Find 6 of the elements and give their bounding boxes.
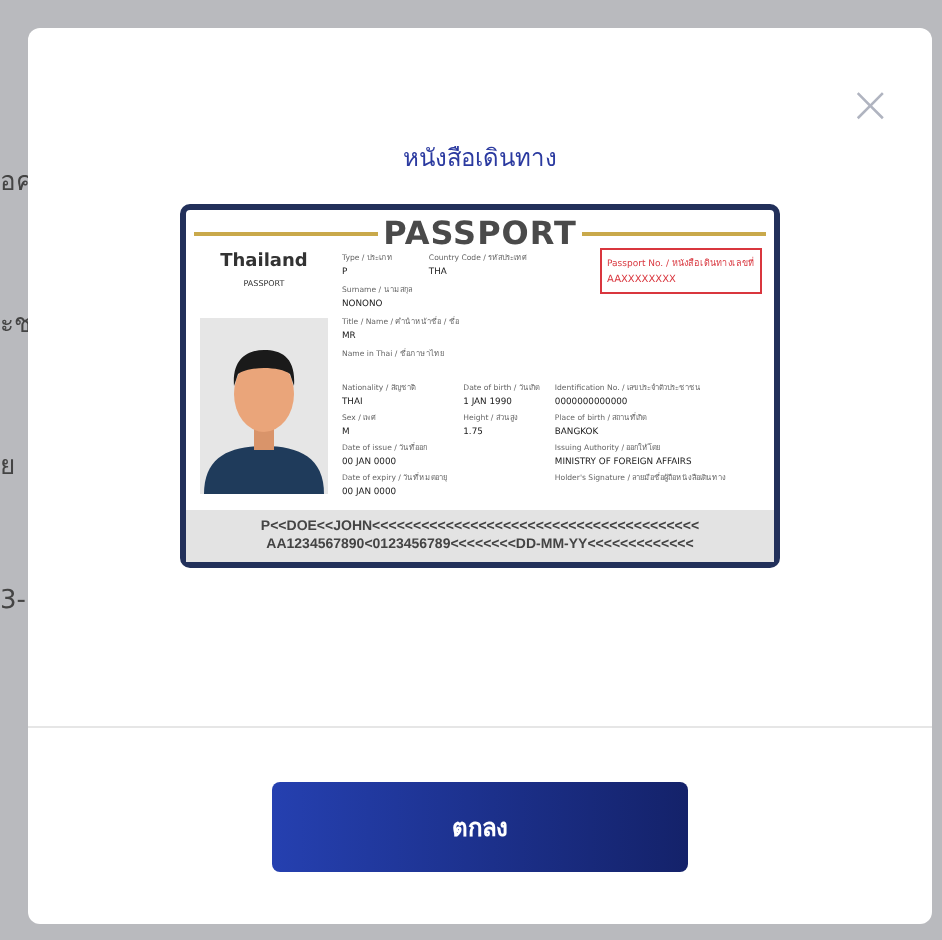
- background-text: ย: [0, 450, 18, 486]
- dialog-title: หนังสือเดินทาง: [403, 142, 557, 176]
- background-text: 3-: [0, 586, 28, 616]
- country-name: Thailand: [220, 252, 308, 272]
- passport-heading: PASSPORT: [383, 214, 577, 252]
- ok-button[interactable]: ตกลง: [272, 781, 688, 871]
